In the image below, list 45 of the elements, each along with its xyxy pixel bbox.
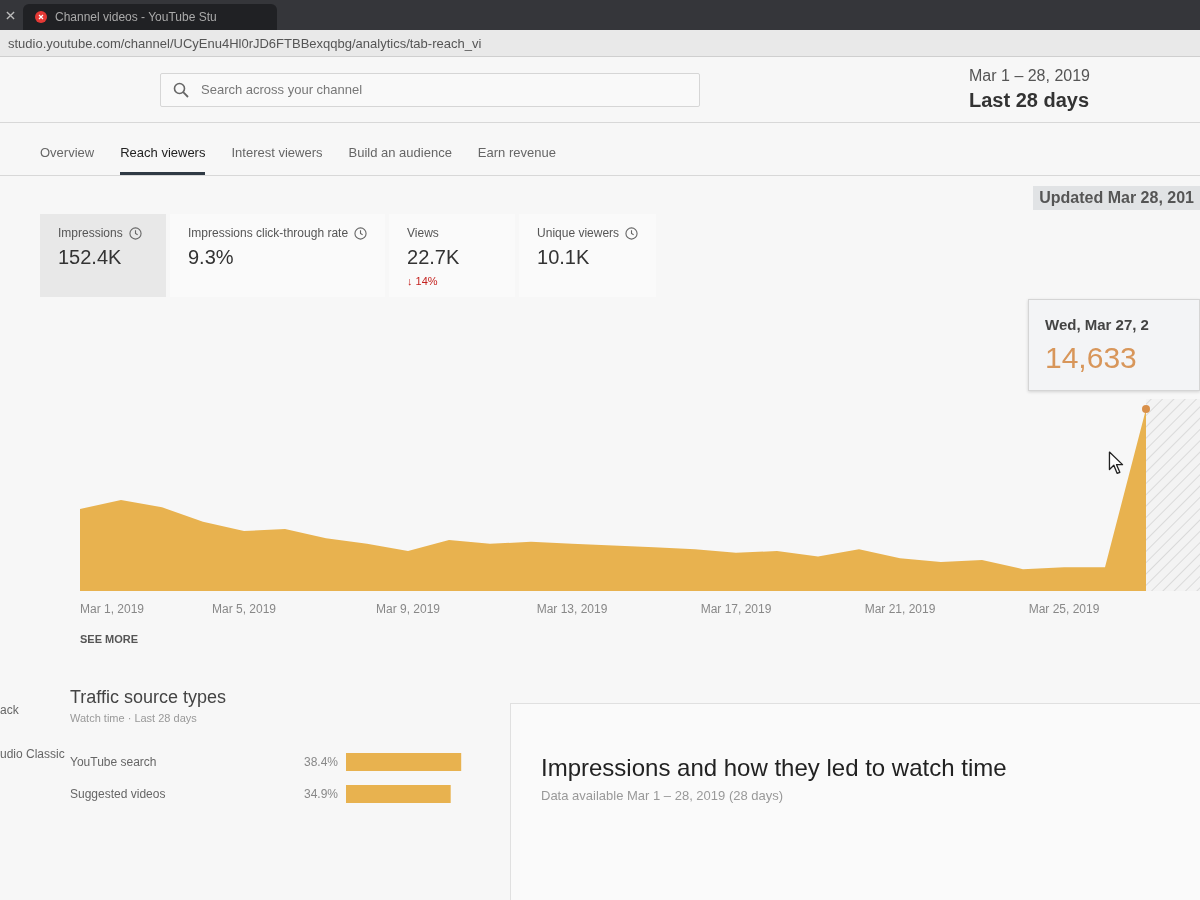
axis-label: Mar 17, 2019 xyxy=(700,602,772,616)
axis-label: Mar 5, 2019 xyxy=(212,602,276,616)
address-bar[interactable]: studio.youtube.com/channel/UCyEnu4Hl0rJD6FTBBexqqbg/analytics/tab-reach_vi xyxy=(0,30,1200,57)
sidebar-item[interactable]: ack xyxy=(0,703,70,717)
value-label: 38.4% xyxy=(303,755,338,769)
tooltip-date: Wed, Mar 27, 2 xyxy=(1045,316,1150,333)
card-subtitle: Watch time · Last 28 days xyxy=(70,712,198,724)
mouse-pointer-icon xyxy=(1108,451,1124,475)
metric-value: 10.1K xyxy=(537,246,591,269)
axis-label: Mar 25, 2019 xyxy=(1028,602,1100,616)
metric-tab[interactable]: Impressions 152.4K xyxy=(40,214,166,297)
nav-tab[interactable]: Interest viewers xyxy=(231,137,323,175)
nav-tab[interactable]: Reach viewers xyxy=(120,137,206,175)
metric-label: Impressions click-through rate xyxy=(188,226,349,240)
category-label: Suggested videos xyxy=(70,787,166,801)
axis-label: Mar 13, 2019 xyxy=(536,602,608,616)
date-range-text: Mar 1 – 28, 2019 xyxy=(969,67,1090,85)
metric-value: 22.7K xyxy=(407,246,461,269)
category-label: YouTube search xyxy=(70,755,157,769)
card-subtitle: Data available Mar 1 – 28, 2019 (28 days) xyxy=(541,788,785,803)
updated-badge: Updated Mar 28, 201 xyxy=(1033,186,1200,210)
metric-label: Unique viewers xyxy=(537,226,620,240)
nav-tab[interactable]: Overview xyxy=(40,137,95,175)
metric-label: Views xyxy=(407,226,439,240)
metric-change: ↓ 14% xyxy=(407,275,439,287)
card-title: Impressions and how they led to watch time xyxy=(541,754,1008,782)
date-period-label[interactable]: Last 28 days xyxy=(969,89,1090,112)
axis-label: Mar 21, 2019 xyxy=(864,602,936,616)
sidebar-item[interactable]: udio Classic xyxy=(0,747,70,761)
metric-label: Impressions xyxy=(58,226,123,240)
search-field[interactable]: Search across your channel xyxy=(160,72,700,107)
see-more-link[interactable]: SEE MORE xyxy=(80,629,139,649)
value-label: 34.9% xyxy=(303,787,338,801)
tooltip-value: 14,633 xyxy=(1045,341,1138,375)
favicon-icon xyxy=(35,11,47,23)
axis-label: Mar 1, 2019 xyxy=(80,602,145,616)
metric-value: 9.3% xyxy=(188,246,235,269)
nav-tab[interactable]: Build an audience xyxy=(348,137,452,175)
browser-tab[interactable]: Channel videos - YouTube Stu xyxy=(23,4,277,30)
axis-label: Mar 9, 2019 xyxy=(376,602,440,616)
close-icon[interactable] xyxy=(6,11,15,20)
nav-tab[interactable]: Earn revenue xyxy=(477,137,556,175)
search-icon xyxy=(173,81,189,98)
card-title: Traffic source types xyxy=(70,687,228,708)
metric-value: 152.4K xyxy=(58,246,123,269)
